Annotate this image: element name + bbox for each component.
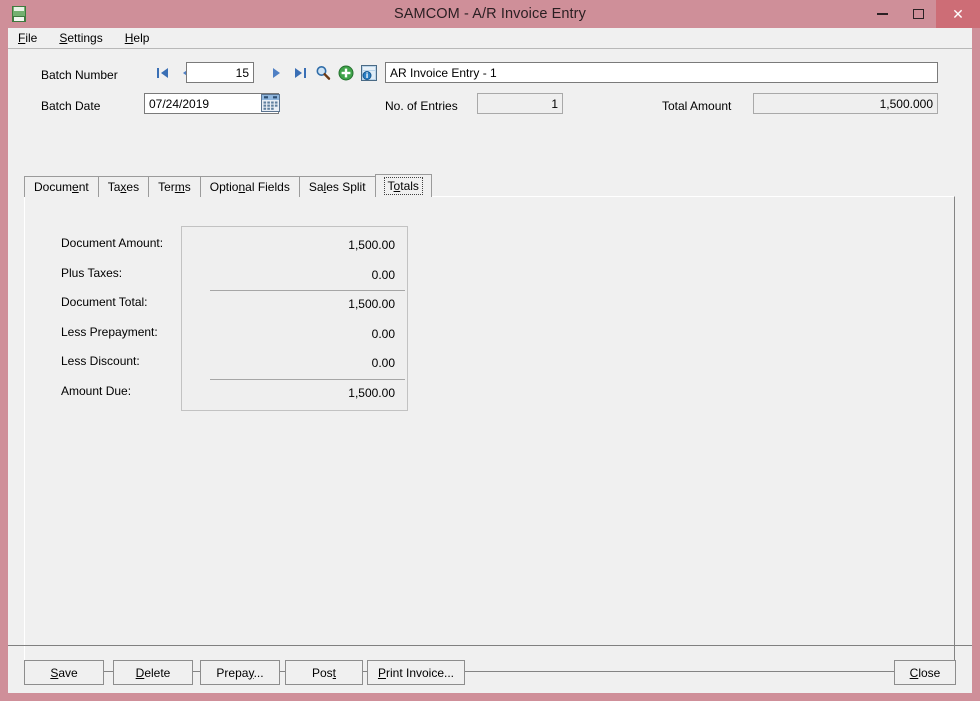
close-window-button[interactable]: ✕ <box>936 0 980 28</box>
total-amount-label: Total Amount <box>662 99 732 113</box>
minimize-icon <box>876 13 888 15</box>
amount-due-label: Amount Due: <box>61 383 132 398</box>
post-button[interactable]: Post <box>285 660 363 685</box>
document-amount-label: Document Amount: <box>61 236 164 250</box>
button-bar-separator <box>8 645 972 646</box>
menu-bar: File Settings Help <box>8 28 972 49</box>
totals-label-column: Document Amount: Plus Taxes: Document To… <box>61 229 201 406</box>
less-prepayment-value: 0.00 <box>371 326 395 341</box>
tab-document-pre: Docum <box>34 180 73 194</box>
delete-button[interactable]: Delete <box>113 660 193 685</box>
totals-tab-page: Document Amount: Plus Taxes: Document To… <box>24 196 955 672</box>
maximize-icon <box>912 9 924 19</box>
prepay-pre: Prepa <box>216 665 249 680</box>
tab-terms[interactable]: Terms <box>148 176 201 197</box>
batch-description-input[interactable]: AR Invoice Entry - 1 <box>385 62 938 83</box>
next-record-icon[interactable] <box>269 64 285 82</box>
print-invoice-button[interactable]: Print Invoice... <box>367 660 465 685</box>
header-form: Batch Number Batch Date No. of Entries T… <box>8 49 972 119</box>
tab-strip: Document Taxes Terms Optional Fields Sal… <box>24 174 432 197</box>
application-window: SAMCOM - A/R Invoice Entry ✕ File Settin… <box>0 0 980 701</box>
add-new-icon[interactable] <box>337 64 355 82</box>
no-of-entries-value: 1 <box>477 93 563 114</box>
window-controls: ✕ <box>864 0 980 28</box>
plus-taxes-value: 0.00 <box>371 267 395 282</box>
tab-terms-mnemonic: m <box>174 180 185 194</box>
menu-item-settings[interactable]: Settings <box>57 30 104 46</box>
no-of-entries-label: No. of Entries <box>385 99 458 113</box>
menu-help-rest: elp <box>133 31 150 45</box>
menu-file-rest: ile <box>25 31 38 45</box>
properties-info-icon[interactable] <box>360 64 378 82</box>
tab-sales-split[interactable]: Sales Split <box>298 176 376 197</box>
tab-sales-split-pre: Sa <box>308 180 324 194</box>
save-rest: ave <box>58 665 78 680</box>
print-rest: rint Invoice... <box>385 665 455 680</box>
tab-optional-fields-post: al Fields <box>245 180 290 194</box>
tab-terms-pre: Ter <box>158 180 175 194</box>
tab-document[interactable]: Document <box>24 176 99 197</box>
save-button[interactable]: Save <box>24 660 104 685</box>
client-area: Batch Number Batch Date No. of Entries T… <box>8 49 972 693</box>
maximize-button[interactable] <box>900 0 936 28</box>
tab-document-post: nt <box>78 180 89 194</box>
batch-date-label: Batch Date <box>41 99 101 113</box>
calendar-icon[interactable] <box>261 94 280 112</box>
tab-totals-post: tals <box>400 179 419 193</box>
last-record-icon[interactable] <box>292 64 308 82</box>
tab-optional-fields-pre: Optio <box>209 180 239 194</box>
document-total-label: Document Total: <box>61 295 148 309</box>
tab-totals[interactable]: Totals <box>374 174 432 197</box>
menu-settings-rest: ettings <box>67 31 103 45</box>
tab-taxes[interactable]: Taxes <box>97 176 150 197</box>
window-title: SAMCOM - A/R Invoice Entry <box>394 6 586 22</box>
total-amount-value: 1,500.000 <box>753 93 938 114</box>
less-discount-label: Less Discount: <box>61 354 140 368</box>
batch-number-input[interactable]: 15 <box>186 62 254 83</box>
batch-number-label: Batch Number <box>41 68 118 82</box>
close-rest: lose <box>918 665 941 680</box>
menu-item-file[interactable]: File <box>16 30 39 46</box>
plus-taxes-label: Plus Taxes: <box>61 265 123 280</box>
tab-document-mnemonic: e <box>72 180 79 194</box>
amount-due-value: 1,500.00 <box>182 378 407 409</box>
document-total-value: 1,500.00 <box>182 290 407 320</box>
post-pre: Pos <box>311 665 333 680</box>
post-mnemonic: t <box>332 665 337 680</box>
minimize-button[interactable] <box>864 0 900 28</box>
menu-item-help[interactable]: Help <box>123 30 152 46</box>
prepay-post: ... <box>253 665 264 680</box>
tab-terms-post: s <box>184 180 191 194</box>
print-mnemonic: P <box>377 665 386 680</box>
document-amount-value: 1,500.00 <box>348 238 395 252</box>
delete-mnemonic: D <box>135 665 145 680</box>
title-bar[interactable]: SAMCOM - A/R Invoice Entry ✕ <box>0 0 980 28</box>
tab-sales-split-post: es Split <box>326 180 366 194</box>
document-icon <box>10 5 28 23</box>
magnifier-search-icon[interactable] <box>314 64 332 82</box>
prepay-button[interactable]: Prepay... <box>200 660 280 685</box>
tab-optional-fields[interactable]: Optional Fields <box>199 176 300 197</box>
less-prepayment-label: Less Prepayment: <box>61 324 158 339</box>
totals-value-panel: 1,500.00 0.00 1,500.00 0.00 0.00 1,500.0… <box>181 226 408 411</box>
less-discount-value: 0.00 <box>371 356 395 370</box>
button-bar: Save Delete Prepay... Post Print Invoice… <box>8 660 972 685</box>
close-button[interactable]: Close <box>894 660 956 685</box>
first-record-icon[interactable] <box>155 64 171 82</box>
tab-taxes-pre: Ta <box>107 180 121 194</box>
delete-rest: elete <box>144 665 171 680</box>
batch-date-input[interactable]: 07/24/2019 <box>144 93 279 114</box>
tab-taxes-post: es <box>126 180 140 194</box>
